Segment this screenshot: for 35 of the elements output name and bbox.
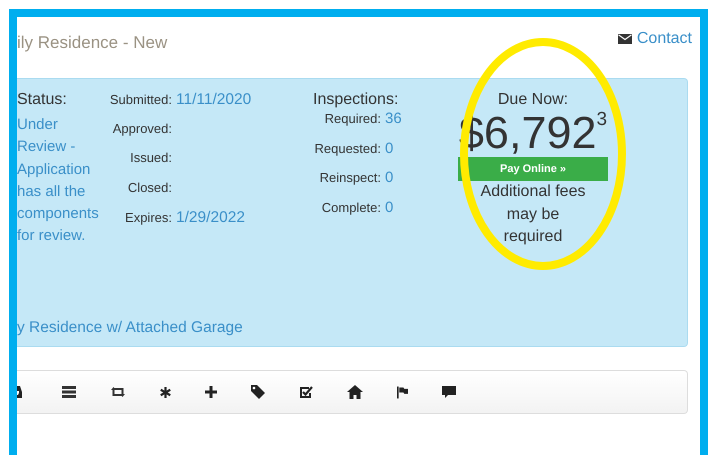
checkbox-icon[interactable] xyxy=(299,386,313,398)
inspection-label: Requested: xyxy=(314,140,381,156)
fees-note: Additional fees may be required xyxy=(480,182,586,247)
asterisk-icon[interactable] xyxy=(160,386,171,398)
inspection-count: 36 xyxy=(385,110,402,127)
status-label: Status: xyxy=(17,90,68,110)
inspection-label: Required: xyxy=(324,111,381,126)
inspection-label: Reinspect: xyxy=(318,170,381,185)
home-icon[interactable] xyxy=(347,385,363,399)
pay-online-button[interactable]: Pay Online » xyxy=(458,157,608,181)
status-value: Under Review - Application has all the components for review. xyxy=(17,115,100,246)
inspections-title: Inspections: xyxy=(313,90,400,110)
due-label: Due Now: xyxy=(498,90,568,110)
list-icon[interactable] xyxy=(62,386,76,398)
date-label: Issued: xyxy=(129,150,172,165)
date-label: Submitted: xyxy=(108,92,172,107)
flag-icon[interactable] xyxy=(397,386,408,398)
comment-icon[interactable] xyxy=(442,386,456,398)
contact-link[interactable]: Contact xyxy=(618,30,692,48)
date-label: Closed: xyxy=(126,180,172,194)
plus-icon[interactable] xyxy=(205,386,217,398)
date-value: 11/11/2020 xyxy=(176,91,252,109)
inbox-icon[interactable] xyxy=(17,386,22,398)
date-value: 1/29/2022 xyxy=(176,209,245,227)
inspection-count: 0 xyxy=(385,140,394,156)
inspection-count: 0 xyxy=(385,169,394,186)
tag-icon[interactable] xyxy=(251,385,265,399)
repeat-icon[interactable] xyxy=(110,386,126,398)
inspection-label: Complete: xyxy=(320,200,381,214)
permit-description: y Residence w/ Attached Garage xyxy=(17,319,244,337)
inspection-count: 0 xyxy=(385,198,394,216)
page-title: ily Residence - New xyxy=(17,33,168,53)
envelope-icon xyxy=(618,34,632,44)
date-label: Expires: xyxy=(124,210,172,225)
date-label: Approved: xyxy=(112,120,172,136)
